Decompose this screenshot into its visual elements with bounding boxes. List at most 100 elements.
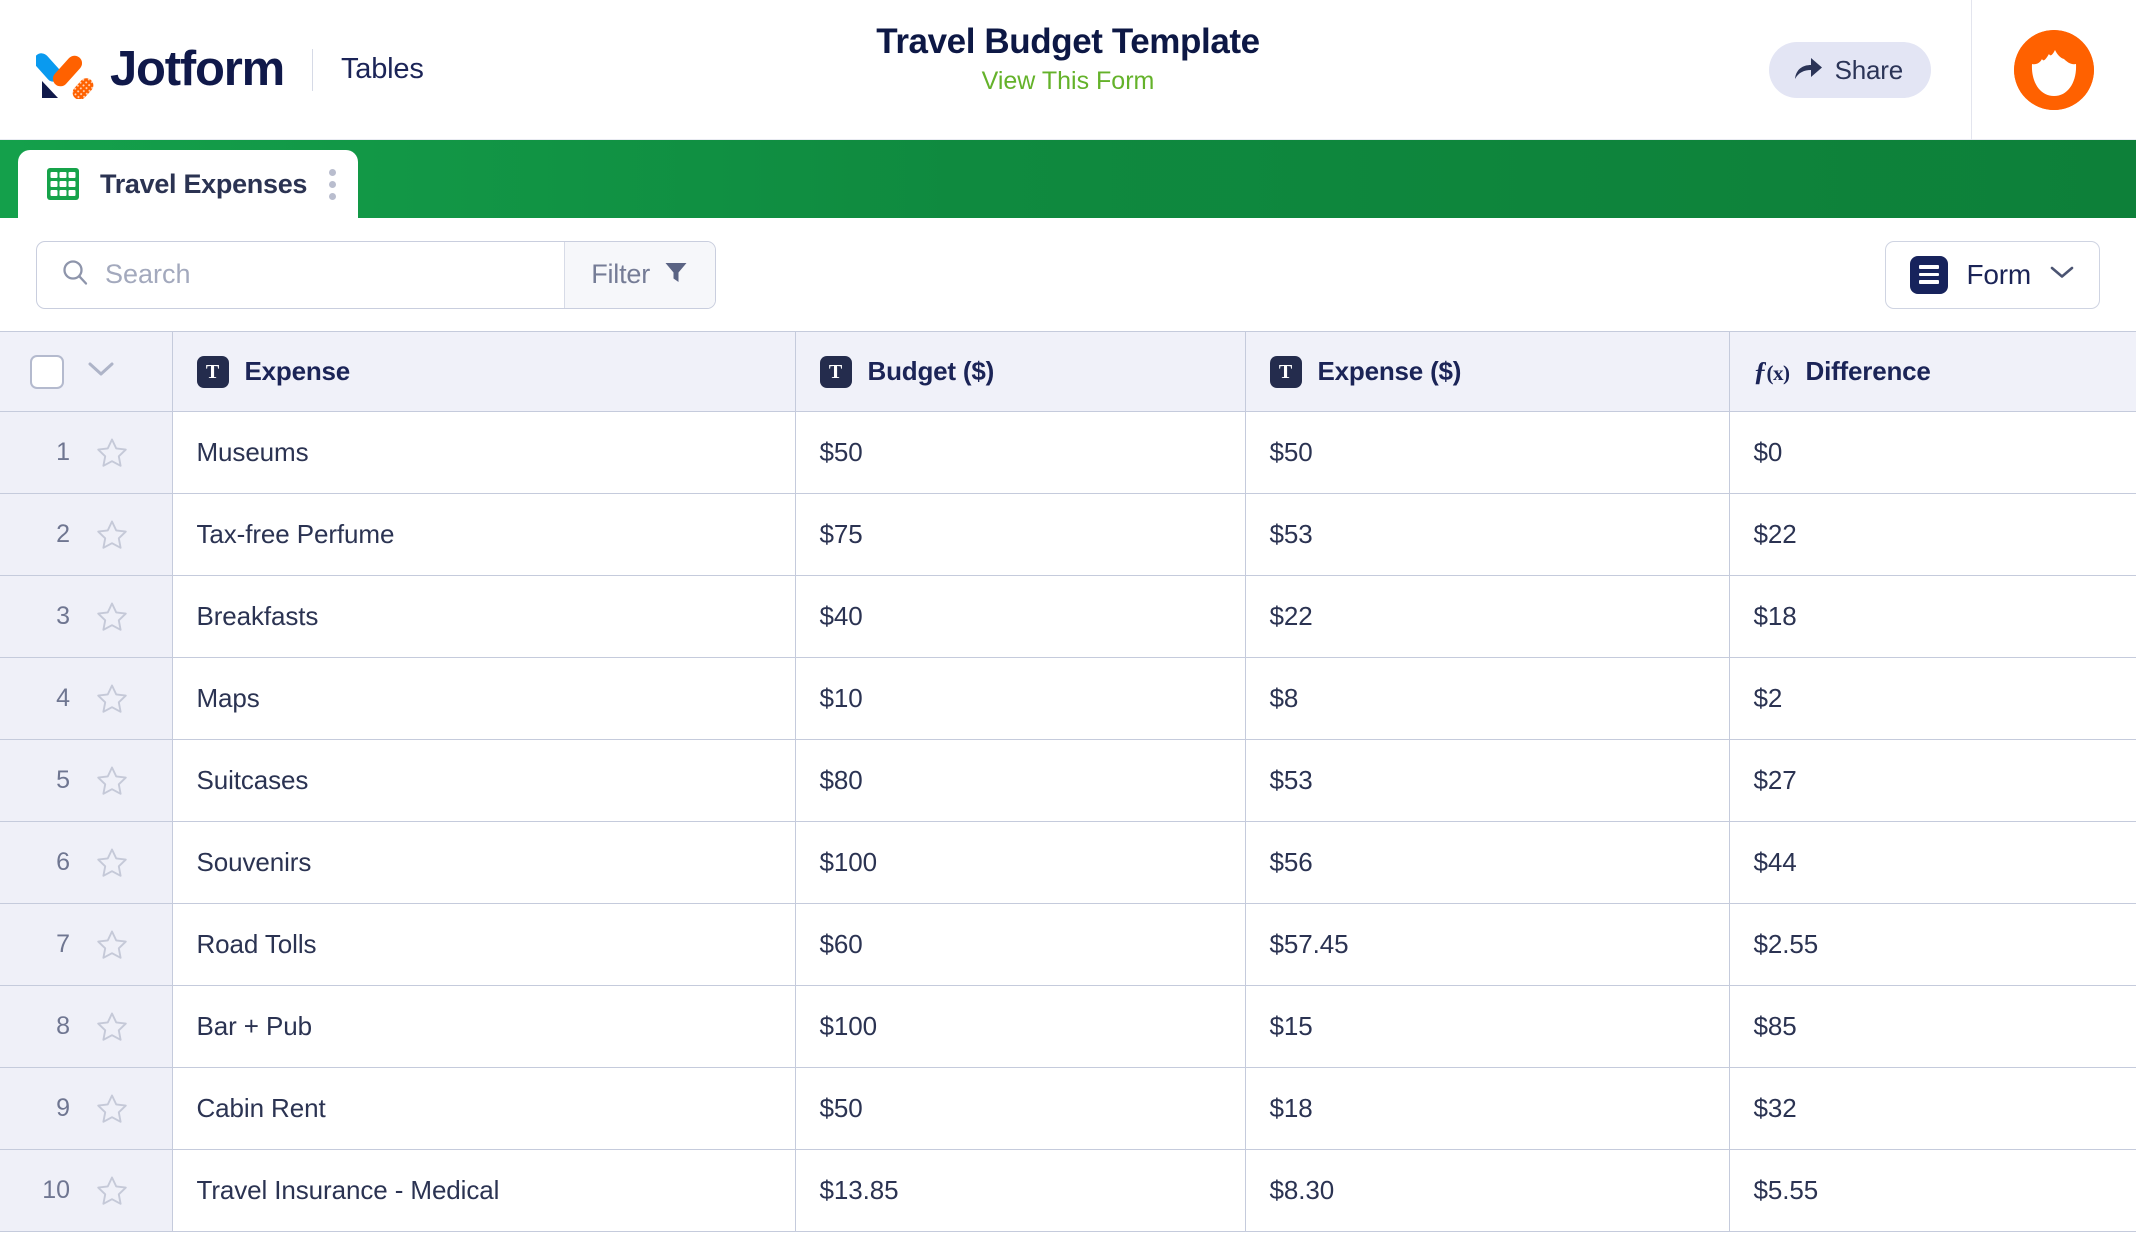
select-all-checkbox[interactable] [30, 354, 64, 389]
cell-expense[interactable]: Tax-free Perfume [172, 493, 796, 576]
cell-expense-amount[interactable]: $8 [1245, 657, 1730, 740]
table-row[interactable]: 5 Suitcases $80 $53 $27 [0, 739, 2136, 822]
cell-expense-amount[interactable]: $53 [1245, 739, 1730, 822]
cell-budget[interactable]: $50 [795, 411, 1246, 494]
star-icon[interactable] [96, 519, 128, 551]
cell-value: $50 [819, 437, 863, 467]
cell-difference[interactable]: $85 [1729, 985, 2136, 1068]
cell-difference[interactable]: $44 [1729, 821, 2136, 904]
cell-expense-amount[interactable]: $57.45 [1245, 903, 1730, 986]
cell-value: $60 [819, 929, 863, 959]
cell-expense[interactable]: Bar + Pub [172, 985, 796, 1068]
cell-budget[interactable]: $40 [795, 575, 1246, 658]
view-this-form-link[interactable]: View This Form [718, 68, 1418, 96]
cell-expense-amount[interactable]: $15 [1245, 985, 1730, 1068]
cell-difference[interactable]: $32 [1729, 1067, 2136, 1150]
text-type-icon: T [819, 355, 852, 388]
cell-expense[interactable]: Suitcases [172, 739, 796, 822]
star-icon[interactable] [96, 847, 128, 879]
row-header-cell: 6 [0, 821, 173, 904]
row-number: 5 [56, 766, 70, 794]
sheet-tab-travel-expenses[interactable]: Travel Expenses [18, 150, 359, 218]
cell-difference[interactable]: $27 [1729, 739, 2136, 822]
cell-expense-amount[interactable]: $8.30 [1245, 1149, 1730, 1232]
column-header-budget[interactable]: T Budget ($) [795, 331, 1246, 412]
cell-budget[interactable]: $13.85 [795, 1149, 1246, 1232]
cell-difference[interactable]: $22 [1729, 493, 2136, 576]
cell-expense-amount[interactable]: $53 [1245, 493, 1730, 576]
star-icon[interactable] [96, 601, 128, 633]
search-box[interactable] [37, 242, 565, 308]
star-icon[interactable] [96, 437, 128, 469]
column-header-label: Expense ($) [1317, 356, 1462, 386]
cell-value: Bar + Pub [196, 1011, 313, 1041]
cell-value: Tax-free Perfume [196, 519, 395, 549]
cell-budget[interactable]: $100 [795, 821, 1246, 904]
star-icon[interactable] [96, 765, 128, 797]
table-row[interactable]: 4 Maps $10 $8 $2 [0, 657, 2136, 740]
cell-budget[interactable]: $60 [795, 903, 1246, 986]
column-header-expense-amount[interactable]: T Expense ($) [1245, 331, 1730, 412]
table-row[interactable]: 10 Travel Insurance - Medical $13.85 $8.30… [0, 1149, 2136, 1232]
cell-difference[interactable]: $2 [1729, 657, 2136, 740]
cell-budget[interactable]: $75 [795, 493, 1246, 576]
avatar[interactable] [2014, 30, 2094, 110]
table-row[interactable]: 7 Road Tolls $60 $57.45 $2.55 [0, 903, 2136, 986]
table-row[interactable]: 6 Souvenirs $100 $56 $44 [0, 821, 2136, 904]
cell-value: $100 [819, 847, 878, 877]
cell-value: $44 [1753, 847, 1797, 877]
row-header-cell: 8 [0, 985, 173, 1068]
cell-expense-amount[interactable]: $50 [1245, 411, 1730, 494]
header-brand-group: Jotform Tables [0, 41, 424, 100]
star-icon[interactable] [96, 929, 128, 961]
star-icon[interactable] [96, 1093, 128, 1125]
form-view-button[interactable]: Form [1885, 240, 2100, 309]
cell-expense[interactable]: Travel Insurance - Medical [172, 1149, 796, 1232]
table-row[interactable]: 1 Museums $50 $50 $0 [0, 411, 2136, 494]
cell-expense[interactable]: Road Tolls [172, 903, 796, 986]
text-type-icon: T [1269, 355, 1302, 388]
cell-difference[interactable]: $0 [1729, 411, 2136, 494]
row-header-cell: 7 [0, 903, 173, 986]
star-icon[interactable] [96, 1011, 128, 1043]
sheet-tab-menu-icon[interactable] [329, 168, 337, 200]
table-row[interactable]: 2 Tax-free Perfume $75 $53 $22 [0, 493, 2136, 576]
star-icon[interactable] [96, 1175, 128, 1207]
star-icon[interactable] [96, 683, 128, 715]
cell-value: $32 [1753, 1093, 1797, 1123]
jotform-logo-icon[interactable] [33, 41, 94, 100]
cell-budget[interactable]: $10 [795, 657, 1246, 740]
cell-expense[interactable]: Cabin Rent [172, 1067, 796, 1150]
cell-budget[interactable]: $80 [795, 739, 1246, 822]
table-row[interactable]: 3 Breakfasts $40 $22 $18 [0, 575, 2136, 658]
table-header-row: T Expense T Budget ($) T Expense ($) ƒ(x… [0, 331, 2136, 412]
cell-expense-amount[interactable]: $22 [1245, 575, 1730, 658]
form-view-label: Form [1966, 258, 2031, 290]
cell-expense-amount[interactable]: $18 [1245, 1067, 1730, 1150]
cell-difference[interactable]: $2.55 [1729, 903, 2136, 986]
cell-value: $8.30 [1269, 1175, 1335, 1205]
row-header-cell: 9 [0, 1067, 173, 1150]
cell-budget[interactable]: $50 [795, 1067, 1246, 1150]
column-header-expense[interactable]: T Expense [172, 331, 796, 412]
cell-value: Road Tolls [196, 929, 317, 959]
filter-button[interactable]: Filter [564, 241, 715, 308]
cell-expense[interactable]: Breakfasts [172, 575, 796, 658]
cell-expense[interactable]: Maps [172, 657, 796, 740]
table-body: 1 Museums $50 $50 $0 2 Tax-free Perfume $75 $5… [0, 411, 2136, 1232]
table-row[interactable]: 9 Cabin Rent $50 $18 $32 [0, 1067, 2136, 1150]
product-name[interactable]: Tables [341, 53, 424, 86]
share-button[interactable]: Share [1768, 42, 1931, 98]
row-header-cell: 1 [0, 411, 173, 494]
search-input[interactable] [105, 259, 565, 290]
header-chevron-down-icon[interactable] [86, 360, 116, 383]
cell-expense[interactable]: Souvenirs [172, 821, 796, 904]
row-number: 9 [56, 1094, 70, 1122]
table-row[interactable]: 8 Bar + Pub $100 $15 $85 [0, 985, 2136, 1068]
cell-difference[interactable]: $5.55 [1729, 1149, 2136, 1232]
column-header-difference[interactable]: ƒ(x) Difference [1729, 331, 2136, 412]
cell-expense-amount[interactable]: $56 [1245, 821, 1730, 904]
cell-budget[interactable]: $100 [795, 985, 1246, 1068]
cell-difference[interactable]: $18 [1729, 575, 2136, 658]
cell-expense[interactable]: Museums [172, 411, 796, 494]
